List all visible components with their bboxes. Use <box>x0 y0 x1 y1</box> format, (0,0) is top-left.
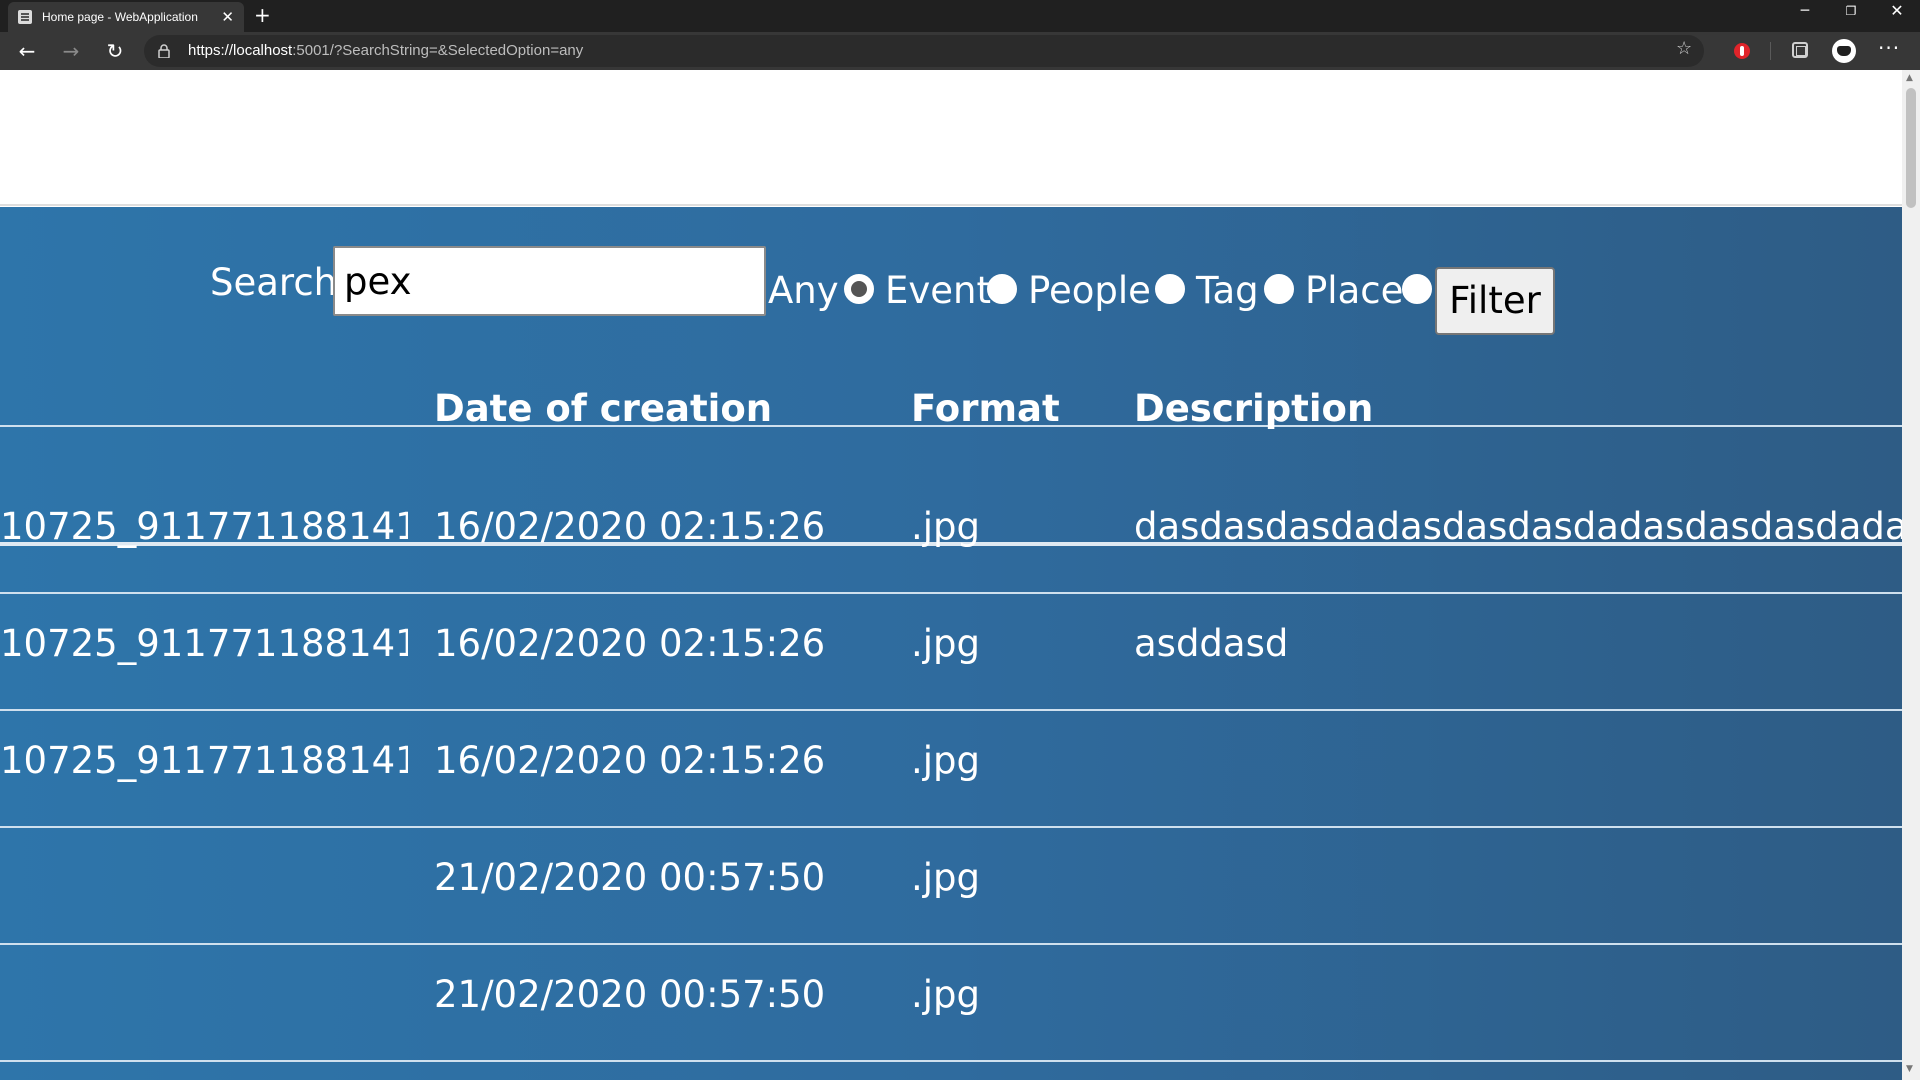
radio-any[interactable] <box>844 274 874 304</box>
back-button[interactable]: ← <box>12 36 42 66</box>
table-cell-name: 10725_911771188141332 <box>0 739 408 782</box>
row-divider <box>0 943 1902 945</box>
url-path: :5001/?SearchString=&SelectedOption=any <box>292 42 584 59</box>
address-bar[interactable]: https://localhost:5001/?SearchString=&Se… <box>144 35 1704 67</box>
radio-event[interactable] <box>987 274 1017 304</box>
table-cell-description: asddasd <box>1134 622 1289 665</box>
table-cell-date: 21/02/2020 00:57:50 <box>434 973 826 1016</box>
toolbar-separator <box>1770 42 1771 60</box>
lock-icon <box>158 44 170 58</box>
table-cell-format: .jpg <box>911 739 981 782</box>
table-cell-description: dasdasdasdadasdasdasdadasdasdasdadasdas <box>1134 505 1902 548</box>
table-cell-format: .jpg <box>911 622 981 665</box>
table-cell-name: 10725_911771188141332 <box>0 505 408 548</box>
option-people-label: People <box>1028 269 1151 312</box>
row-divider <box>0 1060 1902 1062</box>
new-tab-button[interactable]: + <box>254 4 271 26</box>
search-input[interactable] <box>333 246 766 316</box>
tab-close-icon[interactable]: ✕ <box>221 8 234 26</box>
scrollbar-thumb[interactable] <box>1906 88 1916 208</box>
table-cell-date: 16/02/2020 02:15:26 <box>434 622 826 665</box>
page-scrollbar[interactable]: ▲ ▼ <box>1902 70 1920 1080</box>
page-header <box>0 70 1902 206</box>
browser-tab[interactable]: Home page - WebApplication ✕ <box>8 2 244 32</box>
row-divider <box>0 592 1902 594</box>
column-header-format: Format <box>911 387 1060 430</box>
table-cell-date: 21/02/2020 00:57:50 <box>434 856 826 899</box>
option-event-label: Event <box>885 269 991 312</box>
forward-button[interactable]: → <box>56 36 86 66</box>
radio-place[interactable] <box>1402 274 1432 304</box>
tab-title: Home page - WebApplication <box>42 10 198 24</box>
collections-icon[interactable] <box>1792 42 1808 58</box>
minimize-button[interactable]: ─ <box>1782 0 1828 24</box>
option-tag-label: Tag <box>1196 269 1259 312</box>
scroll-up-arrow-icon[interactable]: ▲ <box>1906 73 1913 83</box>
table-cell-format: .jpg <box>911 505 981 548</box>
profile-avatar-icon[interactable] <box>1832 39 1856 63</box>
maximize-button[interactable]: ❐ <box>1828 0 1874 24</box>
favorite-star-icon[interactable]: ☆ <box>1676 38 1692 59</box>
page-viewport: Search Any Event People Tag Place Filter… <box>0 70 1920 1080</box>
table-cell-format: .jpg <box>911 856 981 899</box>
row-divider <box>0 826 1902 828</box>
option-place-label: Place <box>1305 269 1404 312</box>
search-form: Search Any Event People Tag Place Filter <box>0 207 1902 357</box>
radio-people[interactable] <box>1155 274 1185 304</box>
search-label: Search <box>210 261 338 304</box>
url-text[interactable]: https://localhost:5001/?SearchString=&Se… <box>188 42 583 59</box>
row-divider <box>0 709 1902 711</box>
option-any-label: Any <box>768 269 839 312</box>
browser-toolbar: ← → ↻ https://localhost:5001/?SearchStri… <box>0 32 1920 70</box>
scroll-down-arrow-icon[interactable]: ▼ <box>1906 1064 1913 1074</box>
page-favicon-icon <box>18 10 32 24</box>
table-cell-date: 16/02/2020 02:15:26 <box>434 739 826 782</box>
extension-adblock-icon[interactable] <box>1734 43 1750 59</box>
table-cell-format: .jpg <box>911 973 981 1016</box>
settings-menu-icon[interactable]: ··· <box>1878 36 1900 60</box>
close-window-button[interactable]: ✕ <box>1874 0 1920 24</box>
column-header-description: Description <box>1134 387 1374 430</box>
main-panel: Search Any Event People Tag Place Filter… <box>0 207 1902 1080</box>
radio-tag[interactable] <box>1264 274 1294 304</box>
table-cell-name: 10725_911771188141332 <box>0 622 408 665</box>
reload-button[interactable]: ↻ <box>100 36 130 66</box>
url-host: https://localhost <box>188 42 293 59</box>
browser-titlebar: Home page - WebApplication ✕ + ─ ❐ ✕ <box>0 0 1920 32</box>
table-cell-date: 16/02/2020 02:15:26 <box>434 505 826 548</box>
column-header-date: Date of creation <box>434 387 773 430</box>
filter-button[interactable]: Filter <box>1435 267 1555 335</box>
